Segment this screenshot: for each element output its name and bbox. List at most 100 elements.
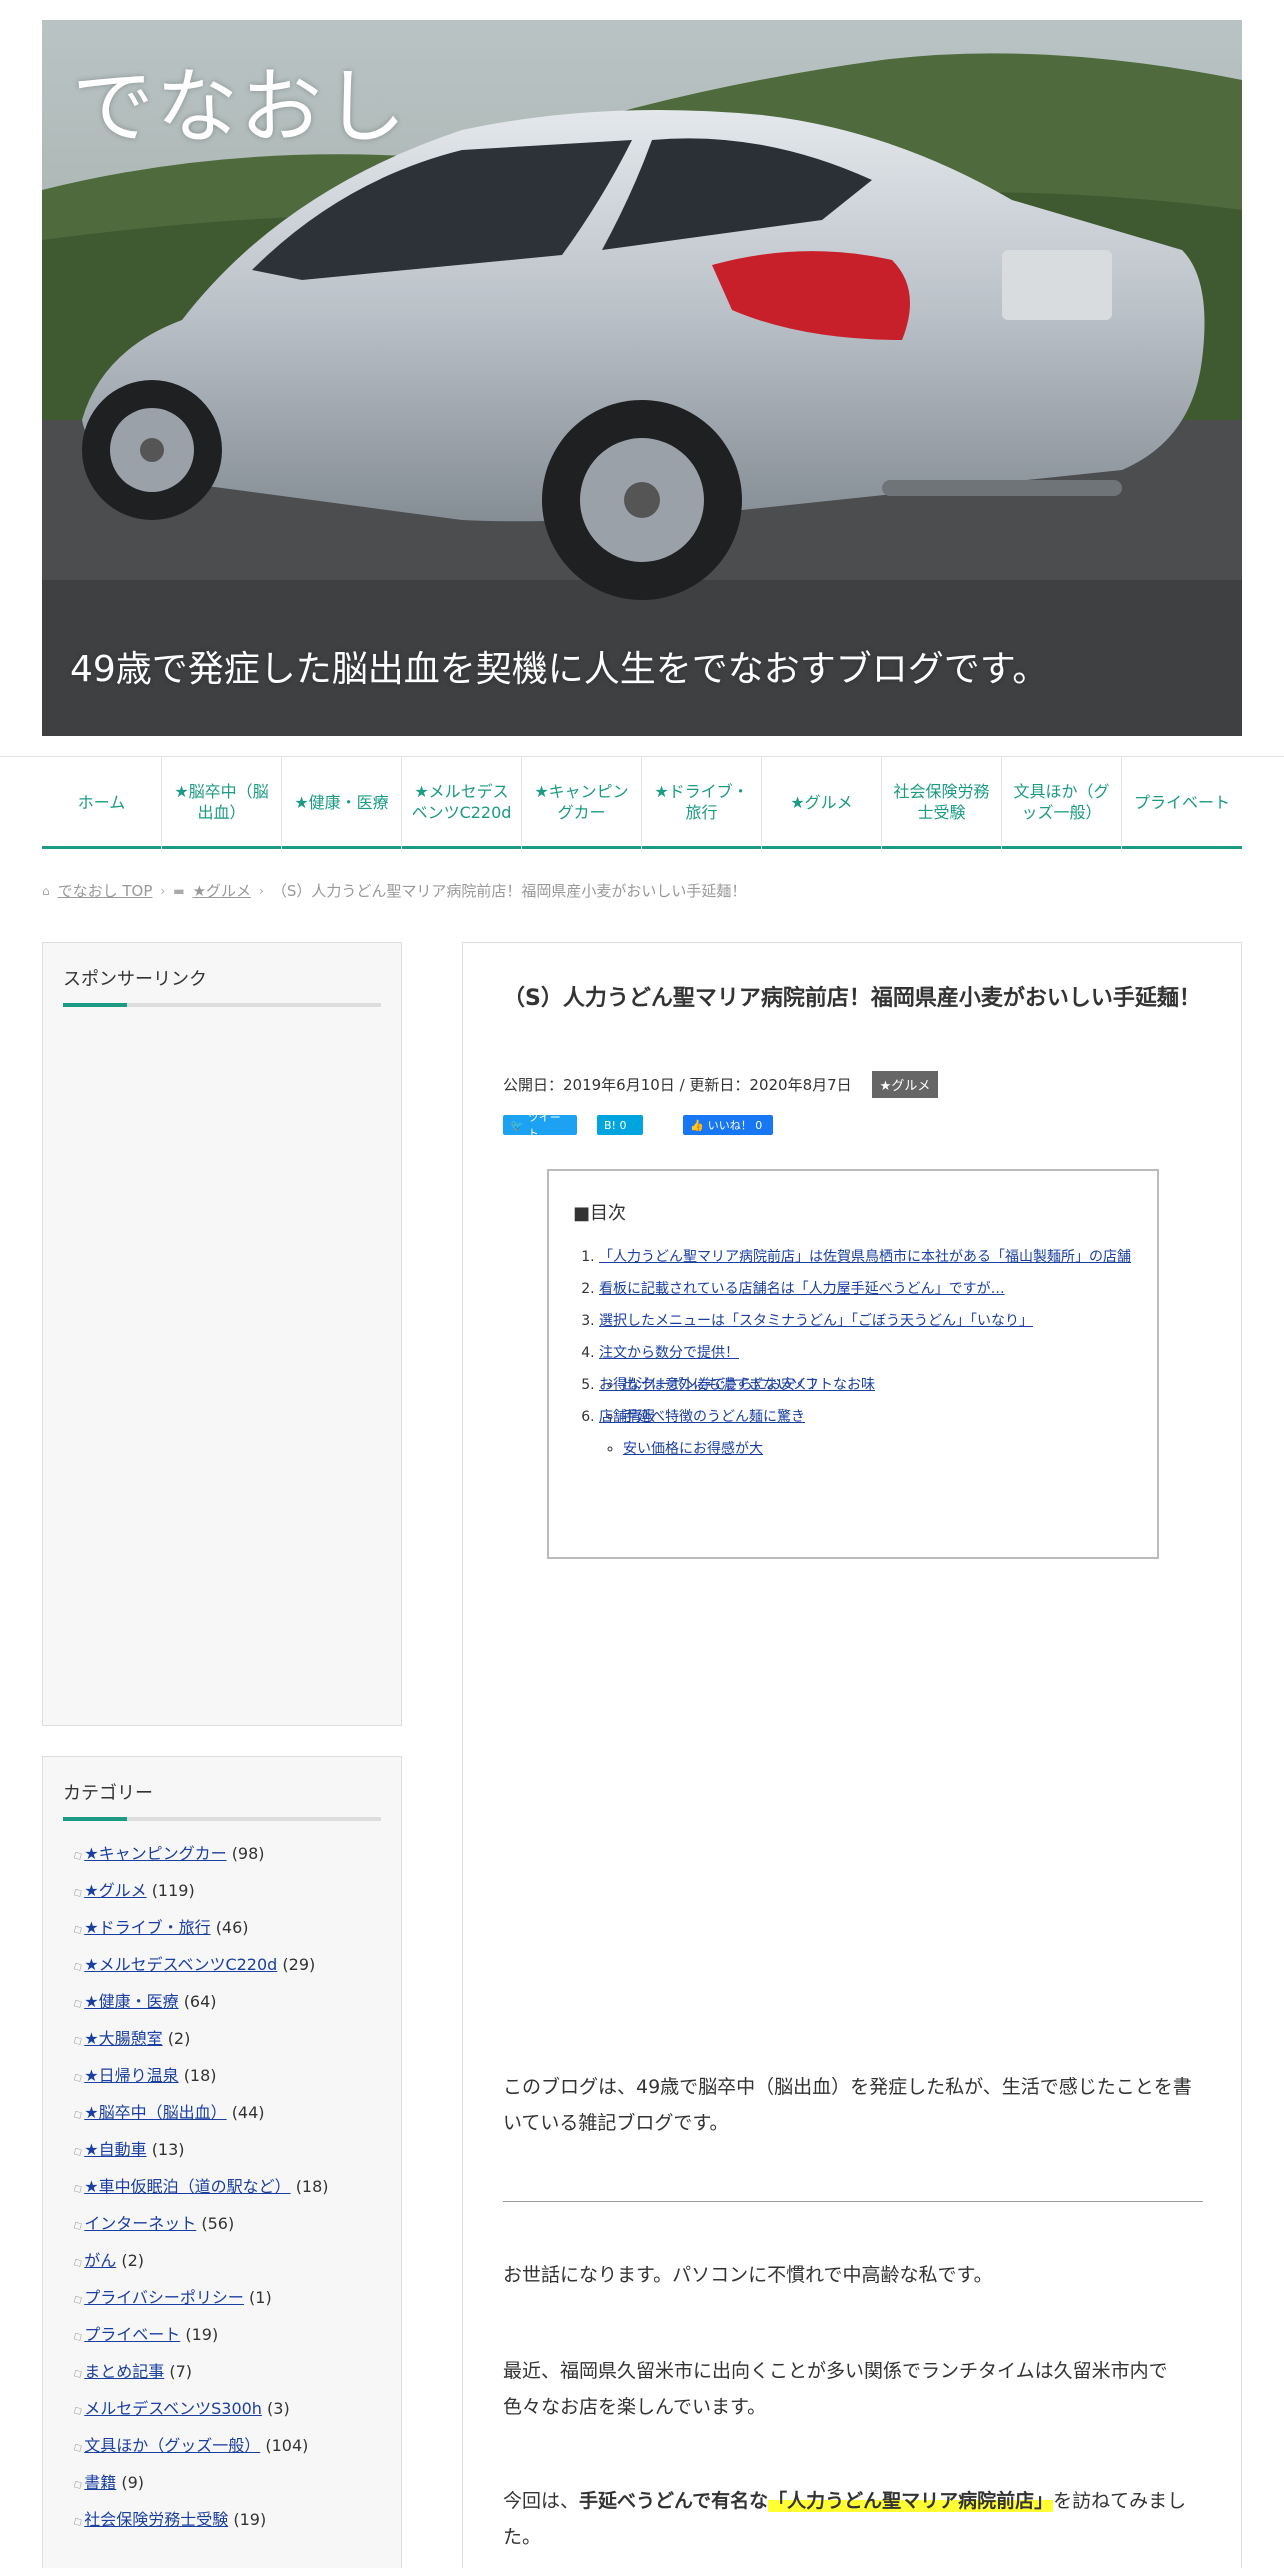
article-meta: 公開日：2019年6月10日 / 更新日：2020年8月7日 ★グルメ [503, 1071, 939, 1098]
highlighted-shop-name: 「人力うどん聖マリア病院前店」 [768, 2490, 1054, 2512]
toc-link[interactable]: 注文から数分で提供！ [599, 1345, 739, 1361]
nav-item-sharoushi[interactable]: 社会保険労務士受験 [882, 757, 1002, 849]
table-of-contents: ■目次 「人力うどん聖マリア病院前店」は佐賀県鳥栖市に本社がある「福山製麺所」の… [547, 1169, 1159, 1559]
category-link[interactable]: ★脳卒中（脳出血） [84, 2103, 226, 2122]
toc-subitem: 安い価格にお得感が大 [623, 1433, 1133, 1465]
list-item: ◇★グルメ (119) [70, 1872, 381, 1909]
divider [503, 2201, 1203, 2202]
share-buttons: 🐦 ツイート B! 0 👍 いいね！ 0 [503, 1111, 773, 1140]
breadcrumb-category-link[interactable]: ★グルメ [193, 880, 251, 901]
category-count: (44) [231, 2103, 265, 2122]
category-count: (98) [231, 1844, 265, 1863]
category-list: ◇★キャンピングカー (98) ◇★グルメ (119) ◇★ドライブ・旅行 (4… [43, 1821, 401, 2538]
category-count: (2) [167, 2029, 191, 2048]
category-count: (29) [282, 1955, 316, 1974]
toc-item: 「人力うどん聖マリア病院前店」は佐賀県鳥栖市に本社がある「福山製麺所」の店舗 [599, 1241, 1133, 1273]
category-count: (56) [201, 2214, 235, 2233]
sidebar-sponsor-widget: スポンサーリンク [42, 942, 402, 1726]
category-count: (119) [151, 1881, 195, 1900]
nav-item-gourmet[interactable]: ★グルメ [762, 757, 882, 849]
list-item: ◇★キャンピングカー (98) [70, 1835, 381, 1872]
toc-link[interactable]: お得なクーポン券でさらにお安く！ [599, 1377, 823, 1393]
category-count: (9) [121, 2473, 145, 2492]
toc-link[interactable]: 店舗情報 [599, 1409, 655, 1425]
list-item: ◇★自動車 (13) [70, 2131, 381, 2168]
category-count: (18) [295, 2177, 329, 2196]
category-link[interactable]: プライベート [84, 2325, 180, 2344]
toc-link[interactable]: 選択したメニューは「スタミナうどん」「ごぼう天うどん」「いなり」 [599, 1313, 1033, 1329]
paragraph: お世話になります。パソコンに不慣れで中高齢な私です。 [503, 2264, 993, 2286]
category-link[interactable]: ★ドライブ・旅行 [84, 1918, 210, 1937]
category-count: (13) [151, 2140, 185, 2159]
chevron-right-icon: › [160, 883, 166, 898]
article: （S）人力うどん聖マリア病院前店！福岡県産小麦がおいしい手延麺！ 公開日：201… [462, 942, 1242, 2568]
list-item: ◇インターネット (56) [70, 2205, 381, 2242]
nav-item-health[interactable]: ★健康・医療 [282, 757, 402, 849]
site-title[interactable]: でなおし [72, 40, 408, 159]
nav-item-campingcar[interactable]: ★キャンピングカー [522, 757, 642, 849]
nav-item-mercedes[interactable]: ★メルセデスベンツC220d [402, 757, 522, 849]
category-link[interactable]: 社会保険労務士受験 [84, 2510, 228, 2529]
category-link[interactable]: メルセデスベンツS300h [84, 2399, 262, 2418]
tweet-button[interactable]: 🐦 ツイート [503, 1111, 577, 1140]
toc-list: 「人力うどん聖マリア病院前店」は佐賀県鳥栖市に本社がある「福山製麺所」の店舗 看… [573, 1241, 1133, 1457]
chevron-right-icon: › [259, 883, 264, 898]
list-item: ◇まとめ記事 (7) [70, 2353, 381, 2390]
widget-divider [63, 1817, 381, 1821]
header-image[interactable]: でなおし 49歳で発症した脳出血を契機に人生をでなおすブログです。 [42, 20, 1242, 736]
list-item: ◇★日帰り温泉 (18) [70, 2057, 381, 2094]
list-item: ◇文具ほか（グッズ一般） (104) [70, 2427, 381, 2464]
toc-link[interactable]: 看板に記載されている店舗名は「人力屋手延べうどん」ですが… [599, 1281, 1005, 1297]
article-title: （S）人力うどん聖マリア病院前店！福岡県産小麦がおいしい手延麺！ [503, 986, 1201, 1011]
breadcrumb-home-link[interactable]: でなおし TOP [58, 880, 153, 901]
category-link[interactable]: がん [84, 2251, 116, 2270]
nav-item-home[interactable]: ホーム [42, 757, 162, 849]
category-link[interactable]: ★グルメ [84, 1881, 146, 1900]
folder-icon: ▬ [173, 883, 185, 898]
category-count: (7) [169, 2362, 193, 2381]
home-icon: ⌂ [42, 883, 50, 898]
category-link[interactable]: 文具ほか（グッズ一般） [84, 2436, 260, 2455]
facebook-like-button[interactable]: 👍 いいね！ 0 [683, 1115, 773, 1135]
toc-item: 看板に記載されている店舗名は「人力屋手延べうどん」ですが… [599, 1273, 1133, 1305]
nav-item-private[interactable]: プライベート [1122, 757, 1242, 849]
widget-title: スポンサーリンク [63, 969, 207, 990]
toc-link[interactable]: 「人力うどん聖マリア病院前店」は佐賀県鳥栖市に本社がある「福山製麺所」の店舗 [599, 1249, 1131, 1265]
post-dates: 公開日：2019年6月10日 / 更新日：2020年8月7日 [503, 1076, 852, 1094]
global-nav: ホーム ★脳卒中（脳出血） ★健康・医療 ★メルセデスベンツC220d ★キャン… [0, 756, 1284, 850]
list-item: ◇社会保険労務士受験 (19) [70, 2501, 381, 2538]
category-link[interactable]: ★メルセデスベンツC220d [84, 1955, 277, 1974]
toc-item: 注文から数分で提供！ 出汁は意外にも濃すぎないソフトなお味 手延べ特徴のうどん麺… [599, 1337, 1133, 1457]
category-count: (3) [267, 2399, 290, 2418]
category-link[interactable]: 書籍 [84, 2473, 116, 2492]
category-link[interactable]: ★健康・医療 [84, 1992, 178, 2011]
breadcrumb: ⌂ でなおし TOP › ▬ ★グルメ › （S）人力うどん聖マリア病院前店！福… [42, 880, 1242, 901]
category-badge[interactable]: ★グルメ [871, 1071, 939, 1098]
paragraph: 今回は、手延べうどんで有名な「人力うどん聖マリア病院前店」を訪ねてみました。 [503, 2490, 1187, 2549]
category-count: (19) [185, 2325, 219, 2344]
nav-item-goods[interactable]: 文具ほか（グッズ一般） [1002, 757, 1122, 849]
category-count: (18) [183, 2066, 217, 2085]
hatena-bookmark-button[interactable]: B! 0 [597, 1115, 643, 1135]
category-link[interactable]: ★キャンピングカー [84, 1844, 226, 1863]
twitter-icon: 🐦 [510, 1118, 524, 1132]
toc-title: ■目次 [573, 1203, 627, 1224]
category-count: (46) [215, 1918, 249, 1937]
category-link[interactable]: ★車中仮眠泊（道の駅など） [84, 2177, 290, 2196]
category-count: (1) [249, 2288, 272, 2307]
category-link[interactable]: ★日帰り温泉 [84, 2066, 178, 2085]
category-link[interactable]: まとめ記事 [84, 2362, 164, 2381]
category-link[interactable]: プライバシーポリシー [84, 2288, 244, 2307]
paragraph: 最近、福岡県久留米市に出向くことが多い関係でランチタイムは久留米市内で色々なお店… [503, 2360, 1168, 2419]
list-item: ◇書籍 (9) [70, 2464, 381, 2501]
thumbs-up-icon: 👍 [690, 1118, 704, 1132]
category-link[interactable]: インターネット [84, 2214, 196, 2233]
category-count: (104) [265, 2436, 309, 2455]
intro-paragraph: このブログは、49歳で脳卒中（脳出血）を発症した私が、生活で感じたことを書いてい… [503, 2076, 1192, 2135]
toc-link[interactable]: 安い価格にお得感が大 [623, 1441, 763, 1457]
nav-item-drive[interactable]: ★ドライブ・旅行 [642, 757, 762, 849]
category-link[interactable]: ★大腸憩室 [84, 2029, 162, 2048]
category-link[interactable]: ★自動車 [84, 2140, 146, 2159]
site-tagline: 49歳で発症した脳出血を契機に人生をでなおすブログです。 [70, 649, 1049, 690]
nav-item-stroke[interactable]: ★脳卒中（脳出血） [162, 757, 282, 849]
